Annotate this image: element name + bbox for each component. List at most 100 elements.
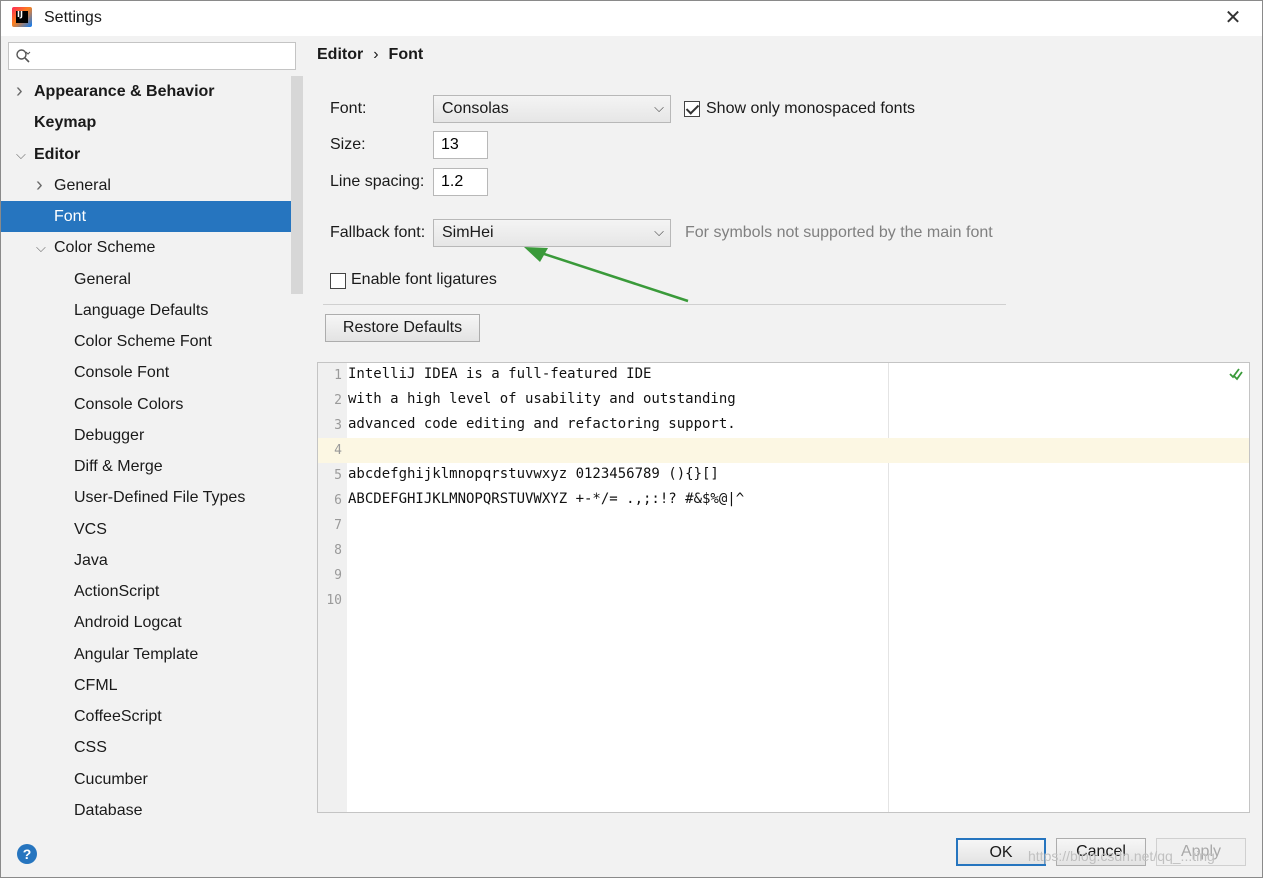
sidebar-item-label: VCS	[74, 520, 107, 538]
sidebar-item[interactable]: Console Font	[0, 357, 303, 388]
sidebar-item-label: User-Defined File Types	[74, 489, 246, 507]
sidebar-item-label: Color Scheme	[54, 239, 156, 257]
chevron-down-icon: ⌵	[654, 224, 664, 239]
preview-code: ABCDEFGHIJKLMNOPQRSTUVWXYZ +-*/= .,;:!? …	[348, 491, 745, 507]
preview-line: 2 with a high level of usability and outs…	[318, 388, 1249, 413]
sidebar-item-label: Database	[74, 801, 143, 819]
intellij-logo-icon: IJ	[12, 7, 32, 27]
font-select[interactable]: Consolas ⌵	[433, 95, 671, 123]
font-select-value: Consolas	[442, 100, 509, 117]
line-number: 8	[334, 543, 342, 558]
breadcrumb-parent[interactable]: Editor	[317, 46, 363, 63]
line-number: 1	[334, 368, 342, 383]
sidebar-item[interactable]: ActionScript	[0, 576, 303, 607]
sidebar-item[interactable]: Language Defaults	[0, 295, 303, 326]
mono-only-label[interactable]: Show only monospaced fonts	[706, 100, 915, 118]
inspection-ok-icon[interactable]	[1229, 367, 1243, 381]
chevron-down-icon[interactable]: ⌵	[16, 139, 30, 170]
mono-only-checkbox[interactable]	[684, 101, 700, 117]
sidebar-item[interactable]: Diff & Merge	[0, 451, 303, 482]
preview-code: with a high level of usability and outst…	[348, 391, 736, 407]
settings-content: Editor › Font Font: Consolas ⌵ Show only m…	[303, 36, 1263, 826]
preview-line: 7	[318, 513, 1249, 538]
chevron-right-icon[interactable]: ›	[36, 170, 50, 201]
sidebar-item[interactable]: CoffeeScript	[0, 701, 303, 732]
sidebar-item[interactable]: › Appearance & Behavior	[0, 76, 303, 107]
sidebar-item-label: Android Logcat	[74, 614, 182, 632]
ligatures-checkbox[interactable]	[330, 273, 346, 289]
sidebar-item[interactable]: Console Colors	[0, 389, 303, 420]
breadcrumb: Editor › Font	[317, 46, 423, 64]
sidebar-item-label: Diff & Merge	[74, 458, 163, 475]
fallback-font-value: SimHei	[442, 224, 494, 241]
search-input[interactable]	[45, 46, 290, 66]
sidebar-item[interactable]: User-Defined File Types	[0, 482, 303, 513]
watermark-text: https://blog.csdn.net/qq_...ting	[1028, 848, 1215, 864]
sidebar-item[interactable]: ⌵ Color Scheme	[0, 232, 303, 263]
line-spacing-label: Line spacing:	[330, 173, 425, 190]
sidebar-item-label: General	[74, 270, 131, 288]
preview-line: 5 abcdefghijklmnopqrstuvwxyz 0123456789 (…	[318, 463, 1249, 488]
preview-line: 4	[318, 438, 1249, 463]
window-title: Settings	[44, 9, 102, 26]
size-input[interactable]	[433, 131, 488, 159]
font-label: Font:	[330, 100, 367, 117]
line-number: 9	[334, 568, 342, 583]
sidebar-item[interactable]: Cucumber	[0, 764, 303, 795]
sidebar-item[interactable]: Debugger	[0, 420, 303, 451]
sidebar-item[interactable]: Database	[0, 795, 303, 826]
preview-line: 8	[318, 538, 1249, 563]
sidebar-item-label: CSS	[74, 739, 107, 757]
sidebar-item[interactable]: ⌵ Editor	[0, 139, 303, 170]
line-number: 4	[334, 443, 342, 458]
preview-line: 3 advanced code editing and refactoring s…	[318, 413, 1249, 438]
sidebar-item-label: Color Scheme Font	[74, 333, 212, 350]
sidebar-item[interactable]: VCS	[0, 514, 303, 545]
sidebar-item[interactable]: Angular Template	[0, 639, 303, 670]
preview-code: advanced code editing and refactoring su…	[348, 416, 736, 432]
ligatures-label[interactable]: Enable font ligatures	[351, 271, 497, 289]
sidebar-item-label: Console Colors	[74, 395, 184, 413]
sidebar-item[interactable]: Color Scheme Font	[0, 326, 303, 357]
sidebar-item-label: Font	[54, 208, 87, 225]
search-icon	[16, 49, 31, 63]
sidebar-item-label: Language Defaults	[74, 301, 209, 319]
settings-sidebar: › Appearance & Behavior Keymap ⌵ Editor › Gene…	[0, 36, 303, 826]
sidebar-item-label: General	[54, 176, 111, 194]
preview-line: 10	[318, 588, 1249, 613]
sidebar-item[interactable]: Font	[0, 201, 303, 233]
chevron-right-icon[interactable]: ›	[16, 76, 30, 107]
restore-defaults-button[interactable]: Restore Defaults	[325, 314, 480, 342]
sidebar-item-label: Angular Template	[74, 645, 199, 663]
sidebar-item-label: ActionScript	[74, 583, 160, 600]
preview-line: 1 IntelliJ IDEA is a full-featured IDE	[318, 363, 1249, 388]
help-icon[interactable]: ?	[17, 844, 37, 864]
line-number: 3	[334, 418, 342, 433]
sidebar-item-label: Java	[74, 551, 108, 569]
sidebar-item[interactable]: Java	[0, 545, 303, 576]
chevron-down-icon[interactable]: ⌵	[36, 232, 50, 263]
preview-code: abcdefghijklmnopqrstuvwxyz 0123456789 ()…	[348, 466, 719, 482]
sidebar-item-label: CFML	[74, 676, 118, 694]
sidebar-item-label: CoffeeScript	[74, 708, 162, 725]
sidebar-item[interactable]: Android Logcat	[0, 607, 303, 638]
preview-line: 9	[318, 563, 1249, 588]
fallback-font-label: Fallback font:	[330, 224, 426, 241]
font-preview-editor[interactable]: 1 IntelliJ IDEA is a full-featured IDE 2 wi…	[317, 362, 1250, 813]
sidebar-item[interactable]: › General	[0, 170, 303, 201]
line-spacing-input[interactable]	[433, 168, 488, 196]
sidebar-item[interactable]: Keymap	[0, 107, 303, 138]
settings-tree: › Appearance & Behavior Keymap ⌵ Editor › Gene…	[0, 76, 303, 826]
close-icon[interactable]: ✕	[1221, 6, 1245, 30]
search-box[interactable]	[8, 42, 296, 70]
sidebar-scrollbar[interactable]	[291, 76, 303, 294]
sidebar-item-label: Debugger	[74, 426, 145, 444]
fallback-hint: For symbols not supported by the main fo…	[685, 224, 993, 241]
sidebar-item[interactable]: CSS	[0, 732, 303, 763]
sidebar-item[interactable]: General	[0, 264, 303, 295]
line-number: 7	[334, 518, 342, 533]
sidebar-item-label: Editor	[34, 145, 81, 163]
preview-code: IntelliJ IDEA is a full-featured IDE	[348, 366, 652, 382]
sidebar-item[interactable]: CFML	[0, 670, 303, 701]
title-bar: IJ Settings ✕	[0, 0, 1263, 36]
